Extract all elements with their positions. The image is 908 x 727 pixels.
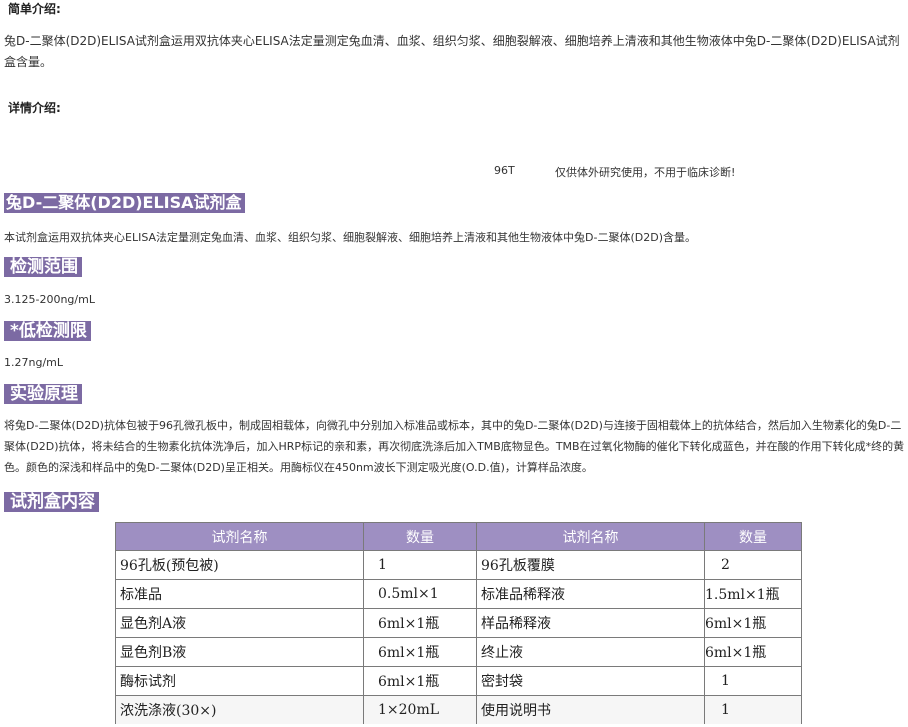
product-title: 兔D-二聚体(D2D)ELISA试剂盒: [4, 193, 245, 213]
reagent-name: 浓洗涤液(30×): [115, 695, 364, 724]
reagent-quantity: 6ml×1瓶: [363, 637, 477, 667]
reagent-quantity: 1.5ml×1瓶: [704, 579, 802, 609]
reagent-quantity: 1: [704, 666, 802, 696]
table-row: 标准品 0.5ml×1 标准品稀释液 1.5ml×1瓶: [115, 579, 802, 609]
header-quantity: 数量: [704, 522, 802, 551]
research-notice: 仅供体外研究使用，不用于临床诊断!: [555, 166, 736, 179]
range-value: 3.125-200ng/mL: [4, 293, 95, 306]
table-row: 显色剂A液 6ml×1瓶 样品稀释液 6ml×1瓶: [115, 608, 802, 638]
reagent-name: 显色剂B液: [115, 637, 364, 667]
reagent-name: 标准品稀释液: [476, 579, 705, 609]
range-heading: 检测范围: [4, 257, 82, 277]
table-row: 显色剂B液 6ml×1瓶 终止液 6ml×1瓶: [115, 637, 802, 667]
reagent-name: 显色剂A液: [115, 608, 364, 638]
reagent-quantity: 1: [704, 695, 802, 724]
limit-heading: *低检测限: [4, 321, 91, 341]
reagent-name: 使用说明书: [476, 695, 705, 724]
reagent-quantity: 1: [363, 550, 477, 580]
table-row: 96孔板(预包被) 1 96孔板覆膜 2: [115, 550, 802, 580]
reagent-quantity: 6ml×1瓶: [704, 608, 802, 638]
reagent-quantity: 6ml×1瓶: [363, 608, 477, 638]
reagent-quantity: 0.5ml×1: [363, 579, 477, 609]
header-quantity: 数量: [363, 522, 477, 551]
reagent-quantity: 6ml×1瓶: [363, 666, 477, 696]
header-reagent-name: 试剂名称: [115, 522, 364, 551]
reagent-name: 96孔板覆膜: [476, 550, 705, 580]
table-row: 酶标试剂 6ml×1瓶 密封袋 1: [115, 666, 802, 696]
reagent-quantity: 1×20mL: [363, 695, 477, 724]
table-header-row: 试剂名称 数量 试剂名称 数量: [115, 522, 802, 551]
reagent-name: 样品稀释液: [476, 608, 705, 638]
principle-heading: 实验原理: [4, 384, 82, 404]
intro-text: 兔D-二聚体(D2D)ELISA试剂盒运用双抗体夹心ELISA法定量测定兔血清、…: [4, 34, 900, 69]
product-description: 本试剂盒运用双抗体夹心ELISA法定量测定兔血清、血浆、组织匀浆、细胞裂解液、细…: [4, 231, 696, 244]
intro-heading: 简单介绍:: [8, 2, 61, 16]
reagent-name: 96孔板(预包被): [115, 550, 364, 580]
table-row: 浓洗涤液(30×) 1×20mL 使用说明书 1: [115, 695, 802, 724]
reagent-name: 密封袋: [476, 666, 705, 696]
header-reagent-name: 试剂名称: [476, 522, 705, 551]
limit-value: 1.27ng/mL: [4, 356, 63, 369]
kit-heading: 试剂盒内容: [4, 492, 99, 512]
details-heading: 详情介绍:: [8, 101, 61, 115]
reagent-name: 酶标试剂: [115, 666, 364, 696]
reagent-name: 终止液: [476, 637, 705, 667]
reagent-name: 标准品: [115, 579, 364, 609]
kit-contents-table: 试剂名称 数量 试剂名称 数量 96孔板(预包被) 1 96孔板覆膜 2 标准品…: [115, 522, 802, 724]
principle-text: 将兔D-二聚体(D2D)抗体包被于96孔微孔板中，制成固相载体，向微孔中分别加入…: [4, 419, 905, 474]
reagent-quantity: 2: [704, 550, 802, 580]
reagent-quantity: 6ml×1瓶: [704, 637, 802, 667]
kit-size: 96T: [494, 164, 515, 177]
